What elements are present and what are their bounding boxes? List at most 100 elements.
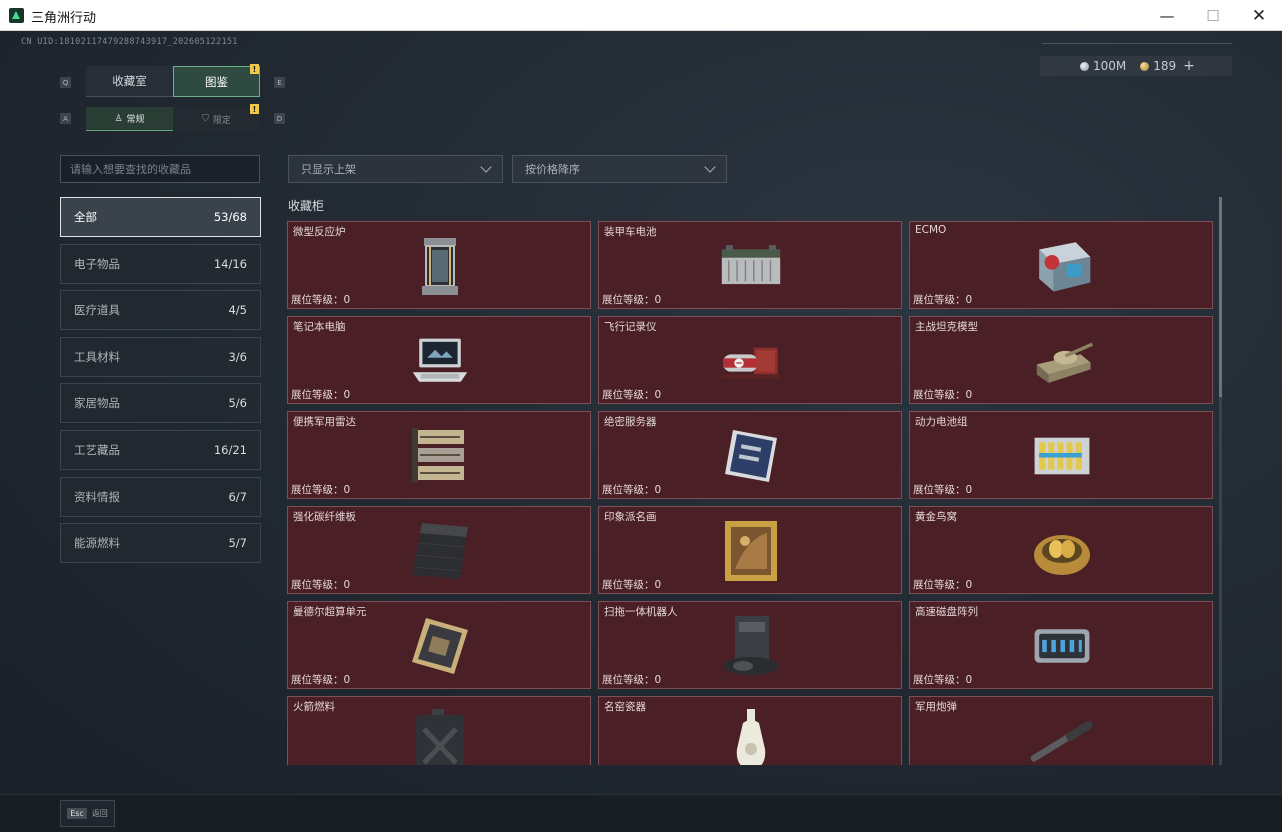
item-level: 展位等级：0 [602,292,661,307]
shelf-filter-label: 只显示上架 [301,163,356,176]
tab-catalog[interactable]: 图鉴 [173,66,260,97]
laptop-icon [408,329,472,393]
item-name: 主战坦克模型 [915,321,978,333]
search-input[interactable] [60,155,260,183]
category-count: 3/6 [228,349,247,364]
collection-card[interactable]: 曼德尔超算单元 展位等级：0 [287,601,591,689]
collection-card[interactable]: ECMO 展位等级：0 [909,221,1213,309]
collection-card[interactable]: 绝密服务器 展位等级：0 [598,411,902,499]
category-label: 电子物品 [74,256,120,271]
item-level: 展位等级：0 [291,482,350,497]
porcelain-icon [719,709,783,765]
add-currency-button[interactable]: + [1183,58,1195,74]
level-value: 0 [965,294,973,306]
collection-card[interactable]: 便携军用雷达 展位等级：0 [287,411,591,499]
level-prefix: 展位等级： [913,674,966,686]
collection-grid: 微型反应炉 展位等级：0 装甲车电池 展位等级：0 ECMO 展位等级：0 笔记本电脑 展位等… [287,221,1214,765]
collection-card[interactable]: 笔记本电脑展位等级：0 [287,316,591,404]
minimize-button[interactable]: — [1144,0,1190,31]
collection-card[interactable]: 黄金鸟窝展位等级：0 [909,506,1213,594]
silver-amount: 100M [1093,59,1127,73]
item-name: 军用炮弹 [915,701,957,713]
category-item[interactable]: 电子物品 14/16 [60,243,261,284]
category-item[interactable]: 资料情报 6/7 [60,476,261,517]
item-name: ECMO [915,224,947,236]
item-level: 展位等级：0 [913,482,972,497]
category-item[interactable]: 工具材料 3/6 [60,336,261,377]
maximize-button[interactable]: ☐ [1190,0,1236,31]
main-tabs: 收藏室 图鉴 [86,66,260,97]
level-value: 0 [343,484,351,496]
collection-card[interactable]: 主战坦克模型 展位等级：0 [909,316,1213,404]
item-name: 火箭燃料 [293,701,335,713]
collection-card[interactable]: 军用炮弹展位等级：0 [909,696,1213,765]
category-item[interactable]: 家居物品 5/6 [60,383,261,424]
compute-unit-icon [408,614,472,678]
top-divider [1042,43,1232,44]
collection-card[interactable]: 装甲车电池 展位等级：0 [598,221,902,309]
level-value: 0 [965,389,973,401]
grid-scrollbar[interactable] [1219,197,1222,765]
category-item[interactable]: 工艺藏品 16/21 [60,429,261,470]
key-hint-q: Q [60,77,71,88]
item-name: 笔记本电脑 [293,321,346,333]
level-prefix: 展位等级： [913,484,966,496]
chevron-down-icon [704,161,716,173]
collection-card[interactable]: 飞行记录仪 展位等级：0 [598,316,902,404]
collection-card[interactable]: 火箭燃料展位等级：0 [287,696,591,765]
robot-vacuum-icon [719,614,783,678]
category-label: 工艺藏品 [74,442,120,457]
back-button[interactable]: Esc 返回 [60,800,115,827]
sort-dropdown[interactable]: 按价格降序 [512,155,727,183]
item-name: 便携军用雷达 [293,416,356,428]
category-count: 6/7 [228,489,247,504]
item-level: 展位等级：0 [291,672,350,687]
limited-icon: ⛉ [202,114,209,124]
level-value: 0 [343,389,351,401]
category-item[interactable]: 能源燃料 5/7 [60,523,261,564]
item-level: 展位等级：0 [291,387,350,402]
level-value: 0 [965,579,973,591]
collection-card[interactable]: 微型反应炉 展位等级：0 [287,221,591,309]
currency-bar: 100M 189 + [1040,56,1232,76]
tab-collection-room[interactable]: 收藏室 [86,66,173,97]
collection-grid-panel: 微型反应炉 展位等级：0 装甲车电池 展位等级：0 ECMO 展位等级：0 笔记本电脑 展位等… [287,221,1214,765]
collection-card[interactable]: 高速磁盘阵列 展位等级：0 [909,601,1213,689]
item-level: 展位等级：0 [291,577,350,592]
shelf-filter-dropdown[interactable]: 只显示上架 [288,155,503,183]
level-prefix: 展位等级： [602,579,655,591]
collection-card[interactable]: 名窑瓷器展位等级：0 [598,696,902,765]
carbon-plate-icon [408,519,472,583]
collection-card[interactable]: 强化碳纤维板 展位等级：0 [287,506,591,594]
level-prefix: 展位等级： [291,484,344,496]
key-hint-a: A [60,113,71,124]
tab-regular[interactable]: ♙ 常规 [86,107,173,131]
flight-recorder-icon [719,329,783,393]
item-name: 微型反应炉 [293,226,346,238]
level-prefix: 展位等级： [602,389,655,401]
regular-alert-badge: ! [250,104,259,114]
collection-card[interactable]: 印象派名画 展位等级：0 [598,506,902,594]
category-item[interactable]: 医疗道具 4/5 [60,290,261,331]
collection-card[interactable]: 动力电池组 展位等级：0 [909,411,1213,499]
level-value: 0 [343,294,351,306]
level-value: 0 [965,674,973,686]
item-level: 展位等级：0 [602,672,661,687]
tab-limited[interactable]: ⛉ 限定 [173,107,260,131]
item-name: 黄金鸟窝 [915,511,957,523]
item-name: 曼德尔超算单元 [293,606,367,618]
reactor-icon [408,234,472,298]
scrollbar-thumb[interactable] [1219,197,1222,397]
category-label: 家居物品 [74,396,120,411]
collection-card[interactable]: 扫拖一体机器人 展位等级：0 [598,601,902,689]
level-prefix: 展位等级： [913,579,966,591]
item-level: 展位等级：0 [913,387,972,402]
sub-tabs: ♙ 常规 ⛉ 限定 [86,107,260,131]
category-count: 5/6 [228,396,247,411]
item-level: 展位等级：0 [913,292,972,307]
chevron-down-icon [480,161,492,173]
close-button[interactable]: ✕ [1236,0,1282,31]
level-value: 0 [343,674,351,686]
category-item[interactable]: 全部 53/68 [60,197,261,237]
level-prefix: 展位等级： [913,389,966,401]
